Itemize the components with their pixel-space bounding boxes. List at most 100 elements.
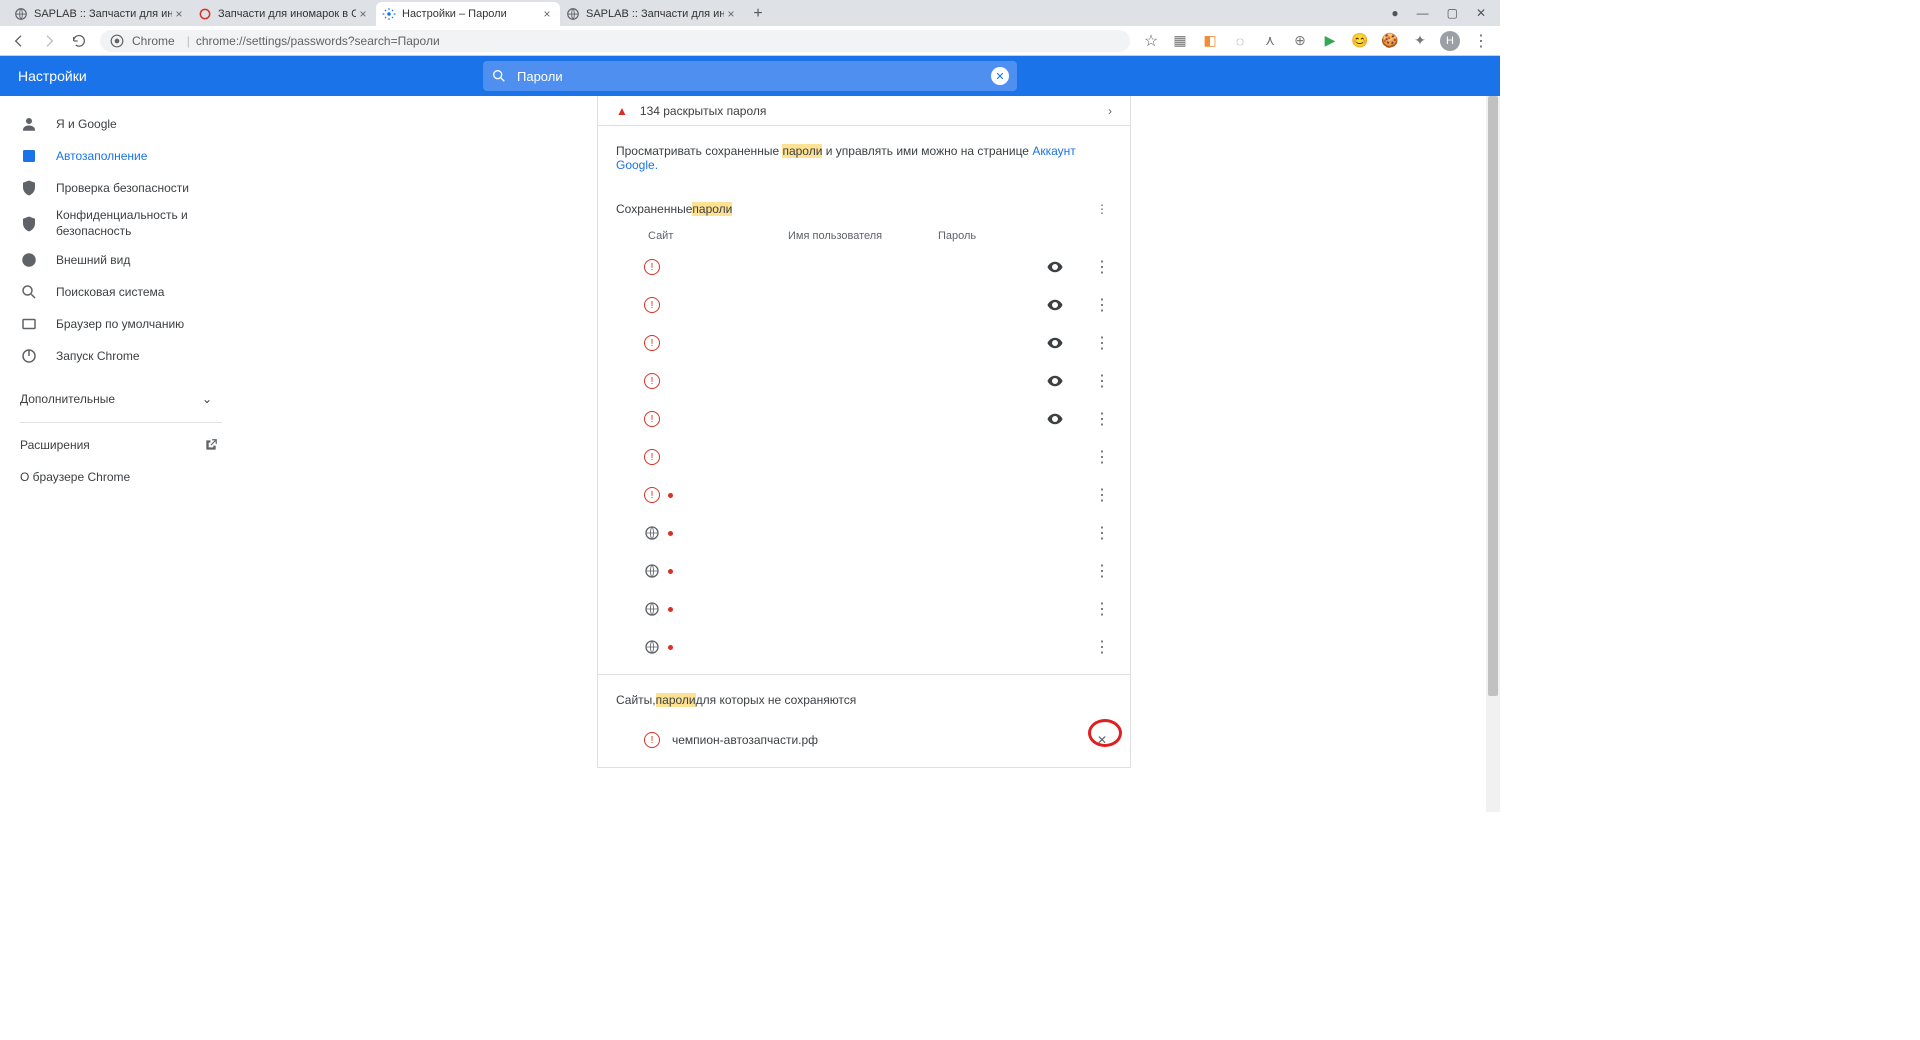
reload-button[interactable] [70, 32, 88, 50]
ext-icon[interactable]: ▦ [1172, 33, 1188, 49]
account-indicator-icon[interactable]: ● [1391, 6, 1398, 20]
show-password-button[interactable] [1046, 372, 1066, 390]
sidebar-item-you-and-google[interactable]: Я и Google [0, 108, 242, 140]
ext-icon[interactable]: ◧ [1202, 33, 1218, 49]
ext-icon[interactable]: ◌ [1232, 33, 1248, 49]
open-external-icon [204, 438, 218, 452]
col-pass: Пароль [938, 230, 976, 242]
row-menu-button[interactable]: ⋮ [1092, 295, 1112, 315]
address-scheme: Chrome [132, 34, 175, 48]
show-password-button[interactable] [1046, 296, 1066, 314]
sidebar-item-appearance[interactable]: Внешний вид [0, 244, 242, 276]
password-row[interactable]: ⋮ [616, 628, 1112, 666]
sidebar-item-safety-check[interactable]: Проверка безопасности [0, 172, 242, 204]
remove-never-button[interactable]: ✕ [1092, 733, 1112, 747]
gear-icon [382, 7, 396, 21]
extensions-icon[interactable]: ✦ [1412, 33, 1428, 49]
autofill-icon [20, 147, 38, 165]
extension-icons: ▦ ◧ ◌ ⋏ ⊕ ▶ 😊 🍪 ✦ [1172, 33, 1428, 49]
row-menu-button[interactable]: ⋮ [1092, 561, 1112, 581]
never-saved-section: Сайты, пароли для которых не сохраняются… [597, 675, 1131, 768]
settings-search[interactable]: ✕ [483, 61, 1017, 91]
minimize-icon[interactable]: — [1417, 6, 1429, 20]
window-controls: ● — ▢ ✕ [1391, 0, 1500, 26]
password-row[interactable]: ⋮ [616, 590, 1112, 628]
person-icon [20, 115, 38, 133]
sidebar-item-on-startup[interactable]: Запуск Chrome [0, 340, 242, 372]
show-password-button[interactable] [1046, 334, 1066, 352]
row-menu-button[interactable]: ⋮ [1092, 637, 1112, 657]
sidebar-item-privacy[interactable]: Конфиденциальность и безопасность [0, 204, 242, 244]
site-icon [198, 7, 212, 21]
show-password-button[interactable] [1046, 258, 1066, 276]
sidebar-item-about[interactable]: О браузере Chrome [0, 461, 242, 493]
ext-icon[interactable]: 🍪 [1382, 33, 1398, 49]
star-icon[interactable]: ☆ [1142, 32, 1160, 50]
sidebar-item-autofill[interactable]: Автозаполнение [0, 140, 242, 172]
section-heading: Сохраненные пароли ⋮ [616, 202, 1112, 216]
password-row[interactable]: !⋮ [616, 286, 1112, 324]
never-site-name: чемпион-автозапчасти.рф [672, 733, 818, 747]
password-row[interactable]: !⋮ [616, 400, 1112, 438]
close-icon[interactable]: × [724, 7, 738, 21]
row-menu-button[interactable]: ⋮ [1092, 485, 1112, 505]
sidebar-item-label: Поисковая система [56, 285, 164, 299]
ext-icon[interactable]: 😊 [1352, 33, 1368, 49]
show-password-button[interactable] [1046, 410, 1066, 428]
password-row[interactable]: !⋮ [616, 438, 1112, 476]
browser-tab[interactable]: Запчасти для иномарок в Сара… × [192, 2, 376, 26]
row-menu-button[interactable]: ⋮ [1092, 447, 1112, 467]
address-bar[interactable]: Chrome | chrome://settings/passwords?sea… [100, 30, 1130, 52]
compromised-passwords-alert[interactable]: ▲ 134 раскрытых пароля › [597, 96, 1131, 126]
browser-tab[interactable]: SAPLAB :: Запчасти для иномар… × [560, 2, 744, 26]
sidebar-item-default-browser[interactable]: Браузер по умолчанию [0, 308, 242, 340]
ext-icon[interactable]: ▶ [1322, 33, 1338, 49]
new-tab-button[interactable]: + [744, 2, 772, 26]
section-menu-button[interactable]: ⋮ [1092, 202, 1112, 216]
menu-icon[interactable]: ⋮ [1472, 32, 1490, 50]
password-row[interactable]: !⋮ [616, 476, 1112, 514]
row-menu-button[interactable]: ⋮ [1092, 409, 1112, 429]
ext-icon[interactable]: ⊕ [1292, 33, 1308, 49]
alert-dot-icon [668, 607, 673, 612]
close-icon[interactable]: × [356, 7, 370, 21]
row-menu-button[interactable]: ⋮ [1092, 371, 1112, 391]
password-row[interactable]: ⋮ [616, 514, 1112, 552]
address-url: chrome://settings/passwords?search=Парол… [196, 34, 440, 48]
close-icon[interactable]: × [172, 7, 186, 21]
forward-button[interactable] [40, 32, 58, 50]
browser-toolbar: Chrome | chrome://settings/passwords?sea… [0, 26, 1500, 56]
close-window-icon[interactable]: ✕ [1476, 6, 1486, 20]
search-input[interactable] [517, 69, 991, 84]
sidebar-item-label: Внешний вид [56, 253, 130, 267]
sidebar-item-extensions[interactable]: Расширения [0, 429, 242, 461]
password-row[interactable]: !⋮ [616, 248, 1112, 286]
site-icon: ! [644, 487, 660, 503]
sidebar-item-label: Автозаполнение [56, 149, 147, 163]
settings-sidebar: Я и Google Автозаполнение Проверка безоп… [0, 96, 242, 812]
back-button[interactable] [10, 32, 28, 50]
clear-search-icon[interactable]: ✕ [991, 67, 1009, 85]
password-row[interactable]: !⋮ [616, 324, 1112, 362]
sidebar-advanced-toggle[interactable]: Дополнительные ⌄ [0, 382, 242, 416]
scrollbar[interactable] [1486, 96, 1500, 812]
sidebar-item-search-engine[interactable]: Поисковая система [0, 276, 242, 308]
row-menu-button[interactable]: ⋮ [1092, 257, 1112, 277]
alert-dot-icon [668, 493, 673, 498]
profile-avatar[interactable]: Н [1440, 31, 1460, 51]
shield-icon [20, 179, 38, 197]
maximize-icon[interactable]: ▢ [1447, 6, 1458, 20]
browser-tab[interactable]: SAPLAB :: Запчасти для иномар… × [8, 2, 192, 26]
sidebar-item-label: Расширения [20, 438, 90, 452]
row-menu-button[interactable]: ⋮ [1092, 599, 1112, 619]
password-row[interactable]: !⋮ [616, 362, 1112, 400]
globe-icon [644, 601, 660, 617]
close-icon[interactable]: × [540, 7, 554, 21]
ext-icon[interactable]: ⋏ [1262, 33, 1278, 49]
password-row[interactable]: ⋮ [616, 552, 1112, 590]
sidebar-item-label: Браузер по умолчанию [56, 317, 184, 331]
browser-tab[interactable]: Настройки – Пароли × [376, 2, 560, 26]
row-menu-button[interactable]: ⋮ [1092, 333, 1112, 353]
row-menu-button[interactable]: ⋮ [1092, 523, 1112, 543]
scrollbar-thumb[interactable] [1488, 96, 1498, 696]
